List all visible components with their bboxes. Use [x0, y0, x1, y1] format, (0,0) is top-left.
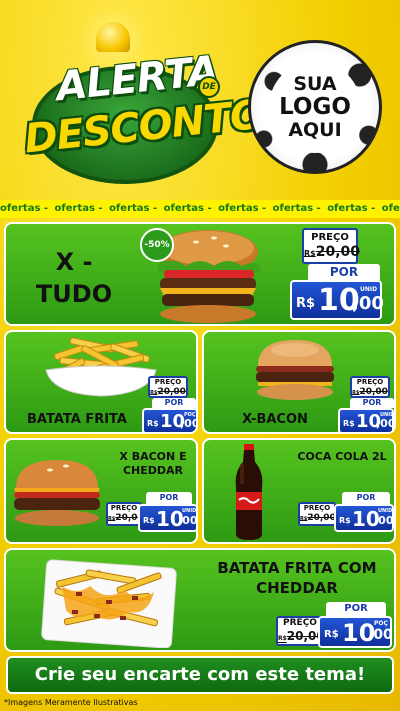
old-price-tag: PREÇO R$20,00 — [276, 616, 325, 646]
flyer-page: ALERTA DE DESCONTO SUA LOGO AQUI ofertas… — [0, 0, 400, 711]
offers-ticker: ofertas - ofertas - ofertas - ofertas - … — [0, 200, 400, 218]
cta-banner[interactable]: Crie seu encarte com este tema! — [6, 656, 394, 694]
product-name: BATATA FRITA COM CHEDDAR — [217, 559, 377, 597]
soccer-ball-logo[interactable]: SUA LOGO AQUI — [248, 40, 382, 174]
old-price-tag: PREÇO R$20,00 — [148, 376, 188, 398]
coca-cola-bottle-image — [235, 444, 263, 540]
new-price: R$ 10 ,00 UNID — [334, 504, 394, 532]
header: ALERTA DE DESCONTO SUA LOGO AQUI — [0, 0, 400, 200]
product-name: COCA COLA 2L — [297, 450, 387, 463]
logo-line-2: LOGO — [279, 93, 351, 120]
product-card-batata-frita[interactable]: BATATA FRITA PREÇO R$20,00 POR R$ 10 ,00… — [4, 330, 198, 434]
ticker-word: ofertas - — [381, 203, 400, 214]
product-name: X - TUDO — [35, 248, 113, 308]
title-de: DE — [198, 76, 220, 98]
por-label: POR — [152, 398, 196, 408]
new-price: R$ 10 ,00 POÇ — [318, 616, 393, 648]
ticker-word: ofertas - — [0, 203, 52, 214]
logo-line-3: AQUI — [288, 118, 342, 141]
product-card-x-bacon[interactable]: X-BACON PREÇO R$20,00 POR R$ 10 ,00 UNID — [202, 330, 396, 434]
cheddar-fries-image — [41, 559, 177, 648]
logo-placeholder: SUA LOGO AQUI — [269, 61, 361, 153]
por-label: POR — [326, 602, 386, 616]
old-price-tag: PREÇO R$20,00 — [298, 502, 336, 526]
product-name: BATATA FRITA — [27, 412, 127, 427]
product-card-batata-cheddar[interactable]: BATATA FRITA COM CHEDDAR PREÇO R$20,00 P… — [4, 548, 396, 652]
bacon-burger-image — [256, 340, 334, 400]
logo-line-1: SUA — [293, 72, 337, 95]
new-price: R$ 10 ,00 UNID — [338, 408, 394, 432]
ticker-word: ofertas - — [163, 203, 216, 214]
ticker-word: ofertas - — [109, 203, 161, 214]
por-label: POR — [342, 492, 390, 504]
cheddar-burger-image — [14, 460, 100, 526]
new-price: R$ 10 ,00 UNID — [290, 280, 384, 320]
ticker-word: ofertas - — [218, 203, 270, 214]
product-card-x-bacon-cheddar[interactable]: X BACON E CHEDDAR PREÇO R$20,00 POR R$ 1… — [4, 438, 198, 544]
ticker-word: ofertas - — [54, 203, 107, 214]
old-price: R$20,00 — [304, 244, 361, 260]
old-price-tag: PREÇO R$20,00 — [106, 502, 144, 526]
new-price: R$ 10 ,00 POÇ — [142, 408, 196, 432]
ticker-word: ofertas - — [327, 203, 379, 214]
discount-badge: -50% — [140, 228, 174, 262]
product-card-coca-cola[interactable]: COCA COLA 2L PREÇO R$20,00 POR R$ 10 ,00… — [202, 438, 396, 544]
por-label: POR — [350, 398, 394, 408]
product-name: X-BACON — [242, 412, 308, 427]
new-price: R$ 10 ,00 UNID — [138, 504, 196, 532]
old-price-tag: PREÇO R$20,00 — [350, 376, 390, 398]
product-name: X BACON E CHEDDAR — [119, 450, 187, 477]
promo-badge: ALERTA DE DESCONTO — [14, 48, 265, 188]
preco-label: PREÇO — [311, 232, 349, 243]
footer-disclaimer: *Imagens Meramente Ilustrativas — [4, 698, 138, 707]
fries-image — [45, 337, 157, 397]
por-label: POR — [308, 264, 380, 280]
product-card-x-tudo[interactable]: X - TUDO -50% PREÇO R$20,00 POR R$ 10 ,0… — [4, 222, 396, 326]
ticker-word: ofertas - — [272, 203, 325, 214]
por-label: POR — [146, 492, 192, 504]
old-price-tag: PREÇO R$20,00 — [302, 228, 361, 264]
